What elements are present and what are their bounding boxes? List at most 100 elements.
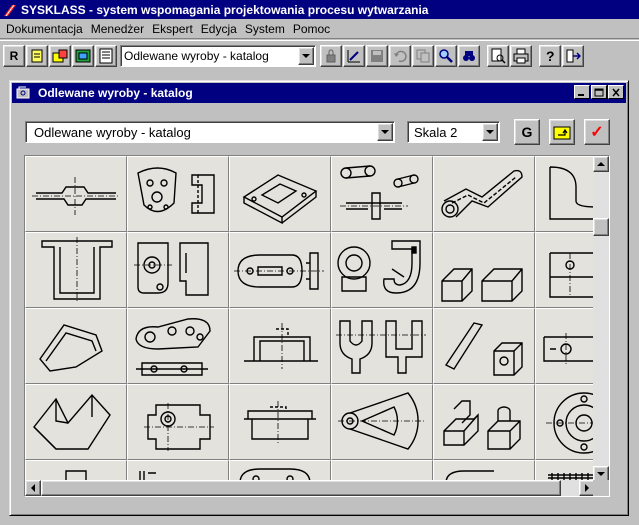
copy-button[interactable] <box>412 44 434 67</box>
scroll-left-button[interactable] <box>25 480 41 496</box>
scroll-up-button[interactable] <box>593 156 609 172</box>
thumbnail-cell[interactable] <box>433 384 535 460</box>
thumbnail-cell[interactable] <box>127 156 229 232</box>
thumbnail-cell[interactable] <box>535 232 595 308</box>
square-tubes-drawing <box>441 268 523 302</box>
checkmark-icon: ✓ <box>590 124 604 141</box>
gear-bracket-drawing <box>134 242 209 296</box>
thumbnail-cell[interactable] <box>535 384 595 460</box>
app-title: SYSKLASS - system wspomagania projektowa… <box>21 2 429 17</box>
thumbnail-cell[interactable] <box>331 384 433 460</box>
undo-button[interactable] <box>389 44 411 67</box>
thumbnail-cell[interactable] <box>25 384 127 460</box>
arrow-up-icon <box>597 162 605 166</box>
maximize-button[interactable] <box>591 85 607 99</box>
stepped-blocks-drawing <box>443 400 521 450</box>
print-preview-icon <box>491 48 506 64</box>
catalog-select-toolbar-value: Odlewane wyroby - katalog <box>124 48 269 63</box>
search-button[interactable] <box>435 44 457 67</box>
menu-bar: Dokumentacja Menedżer Ekspert Edycja Sys… <box>0 19 639 39</box>
thumbnail-cell[interactable] <box>127 460 229 482</box>
catalog-select-value: Odlewane wyroby - katalog <box>34 124 191 140</box>
thumbnail-cell[interactable] <box>433 308 535 384</box>
toolbar: R Odlewane wyroby - katalog ? <box>0 40 639 70</box>
cover-plate-drawing <box>244 401 316 445</box>
catalog-window-title-bar[interactable]: Odlewane wyroby - katalog <box>12 83 626 103</box>
r-button[interactable]: R <box>3 44 25 67</box>
new-document-button[interactable] <box>26 44 48 67</box>
thumbnail-cell[interactable] <box>433 460 535 482</box>
thumbnail-cell[interactable] <box>127 232 229 308</box>
thumbnail-cell[interactable] <box>331 156 433 232</box>
horizontal-scrollbar[interactable] <box>25 480 595 496</box>
catalog-icon <box>75 49 91 62</box>
rectangular-base-drawing <box>242 174 318 225</box>
scale-select[interactable]: Skala 2 <box>407 121 500 143</box>
thumbnail-cell[interactable] <box>535 308 595 384</box>
print-preview-button[interactable] <box>487 44 509 67</box>
save-disk-icon <box>371 49 383 62</box>
catalog-select-toolbar[interactable]: Odlewane wyroby - katalog <box>120 44 316 67</box>
find-button[interactable] <box>458 44 480 67</box>
chevron-down-icon[interactable] <box>377 123 393 141</box>
g-button[interactable]: G <box>514 119 540 145</box>
minimize-button[interactable] <box>574 85 590 99</box>
thumbnail-cell[interactable] <box>535 156 595 232</box>
chevron-down-icon[interactable] <box>298 46 314 65</box>
thumbnail-cell[interactable] <box>229 384 331 460</box>
help-button[interactable]: ? <box>539 44 561 67</box>
edit-chart-button[interactable] <box>343 44 365 67</box>
print-button[interactable] <box>510 44 532 67</box>
thumbnail-cell[interactable] <box>331 308 433 384</box>
chevron-down-icon[interactable] <box>482 123 498 141</box>
edit-chart-icon <box>347 49 360 62</box>
lock-button[interactable] <box>320 44 342 67</box>
bent-lever-drawing <box>441 169 523 218</box>
menu-system[interactable]: System <box>241 22 289 36</box>
thumbnail-cell[interactable] <box>25 156 127 232</box>
thumbnail-cell[interactable] <box>331 232 433 308</box>
clevis-pair-drawing <box>336 320 426 374</box>
pin-block-drawing <box>444 322 523 376</box>
close-button[interactable] <box>608 85 624 99</box>
horizontal-scroll-thumb[interactable] <box>41 480 561 496</box>
folder-up-button[interactable] <box>549 119 575 145</box>
menu-dokumentacja[interactable]: Dokumentacja <box>2 22 87 36</box>
folder-up-icon <box>553 126 571 140</box>
round-flange-drawing <box>546 392 595 454</box>
thumbnail-grid-viewport <box>25 156 595 482</box>
channel-section-drawing <box>41 237 113 303</box>
thumbnail-cell[interactable] <box>331 460 433 482</box>
thumbnail-cell[interactable] <box>127 308 229 384</box>
menu-pomoc[interactable]: Pomoc <box>289 22 334 36</box>
save-button[interactable] <box>366 44 388 67</box>
menu-ekspert[interactable]: Ekspert <box>148 22 197 36</box>
form-button[interactable] <box>95 44 117 67</box>
catalog-button[interactable] <box>72 44 94 67</box>
find-icon <box>463 50 475 61</box>
thumbnail-cell[interactable] <box>25 232 127 308</box>
ok-button[interactable]: ✓ <box>584 119 610 145</box>
thumbnail-cell[interactable] <box>535 460 595 482</box>
thumbnail-cell[interactable] <box>229 232 331 308</box>
menu-edycja[interactable]: Edycja <box>197 22 241 36</box>
thumbnail-cell[interactable] <box>229 156 331 232</box>
thumbnail-cell[interactable] <box>433 156 535 232</box>
thumbnail-cell[interactable] <box>25 460 127 482</box>
vertical-scrollbar[interactable] <box>593 156 609 482</box>
form-icon <box>99 48 113 63</box>
thumbnail-cell[interactable] <box>25 308 127 384</box>
thumbnail-cell[interactable] <box>229 308 331 384</box>
thumbnail-cell[interactable] <box>127 384 229 460</box>
lock-icon <box>326 49 336 62</box>
menu-menedzer[interactable]: Menedżer <box>87 22 148 36</box>
close-icon <box>612 88 620 96</box>
open-folder-button[interactable] <box>49 44 71 67</box>
thumbnail-cell[interactable] <box>229 460 331 482</box>
catalog-select[interactable]: Odlewane wyroby - katalog <box>25 121 395 143</box>
cam-lever-drawing <box>135 318 211 376</box>
exit-button[interactable] <box>562 44 584 67</box>
vertical-scroll-thumb[interactable] <box>593 218 609 236</box>
undo-icon <box>394 50 407 62</box>
thumbnail-cell[interactable] <box>433 232 535 308</box>
